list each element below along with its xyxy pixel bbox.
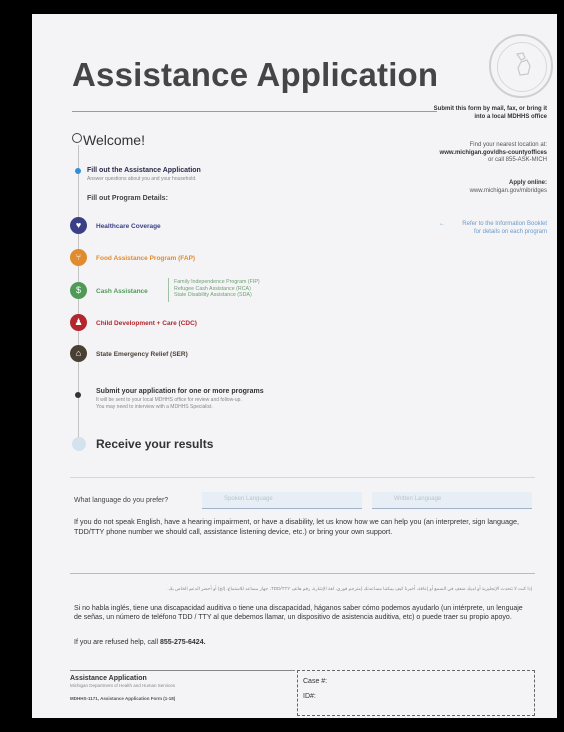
case-number-label: Case #: — [303, 678, 328, 685]
receive-circle-icon — [72, 437, 86, 451]
receive-results-heading: Receive your results — [96, 437, 214, 451]
program-details-heading: Fill out Program Details: — [87, 195, 168, 202]
application-page: Assistance Application Submit this form … — [32, 14, 557, 718]
english-accommodation-text: If you do not speak English, have a hear… — [74, 517, 519, 536]
case-id-box: Case #: ID#: — [297, 670, 535, 716]
title-divider — [72, 111, 437, 112]
written-language-input[interactable]: Written Language — [372, 492, 532, 509]
spanish-accommodation-text: Si no habla inglés, tiene una discapacid… — [74, 605, 523, 621]
program-emergency-relief: State Emergency Relief (SER) — [96, 351, 188, 358]
submit-step-sub: It will be sent to your local MDHHS offi… — [96, 397, 242, 410]
accommodation-divider — [70, 573, 535, 574]
program-cash-assistance: Cash Assistance — [96, 288, 148, 295]
submit-instructions: Submit this form by mail, fax, or bring … — [433, 106, 547, 120]
section-divider — [70, 477, 535, 478]
program-child-care: Child Development + Care (CDC) — [96, 320, 197, 327]
michigan-seal-icon — [489, 34, 553, 98]
program-healthcare: Healthcare Coverage — [96, 223, 161, 230]
heart-icon: ♥ — [70, 217, 87, 234]
step-fill-application-title: Fill out the Assistance Application — [87, 167, 201, 174]
step-dot — [75, 168, 81, 174]
program-food-assistance: Food Assistance Program (FAP) — [96, 255, 196, 262]
spoken-language-input[interactable]: Spoken Language — [202, 492, 362, 509]
welcome-heading: Welcome! — [83, 132, 145, 148]
utensils-icon: ⑂ — [70, 249, 87, 266]
id-number-label: ID#: — [303, 693, 316, 700]
find-location-info: Find your nearest location at: www.michi… — [417, 142, 547, 165]
mibridges-link[interactable]: www.michigan.gov/mibridges — [427, 188, 547, 196]
step-fill-application-sub: Answer questions about you and your hous… — [87, 176, 197, 182]
dollar-icon: $ — [70, 282, 87, 299]
footer-form-info: Assistance Application Michigan Departme… — [70, 670, 295, 717]
refused-help-text: If you are refused help, call 855-275-64… — [74, 639, 206, 646]
language-question: What language do you prefer? — [74, 497, 169, 504]
cash-divider — [168, 278, 169, 302]
county-offices-link[interactable]: www.michigan.gov/dhs-countyoffices — [417, 150, 547, 158]
welcome-circle-icon — [72, 133, 82, 143]
apply-online-info: Apply online: www.michigan.gov/mibridges — [427, 180, 547, 195]
children-icon: ♟ — [70, 314, 87, 331]
booklet-note: ← Refer to the Information Booklet for d… — [439, 221, 547, 235]
arabic-accommodation-text: إذا كنت لا تتحدث الإنجليزية أو لديك ضعف … — [167, 586, 532, 591]
cash-program-list: Family Independence Program (FIP) Refuge… — [174, 279, 260, 298]
arrow-left-icon: ← — [439, 221, 445, 227]
submit-step-title: Submit your application for one or more … — [96, 388, 264, 395]
house-icon: ⌂ — [70, 345, 87, 362]
submit-step-dot — [75, 392, 81, 398]
help-phone-number: 855-275-6424. — [160, 639, 206, 646]
page-title: Assistance Application — [72, 56, 439, 93]
